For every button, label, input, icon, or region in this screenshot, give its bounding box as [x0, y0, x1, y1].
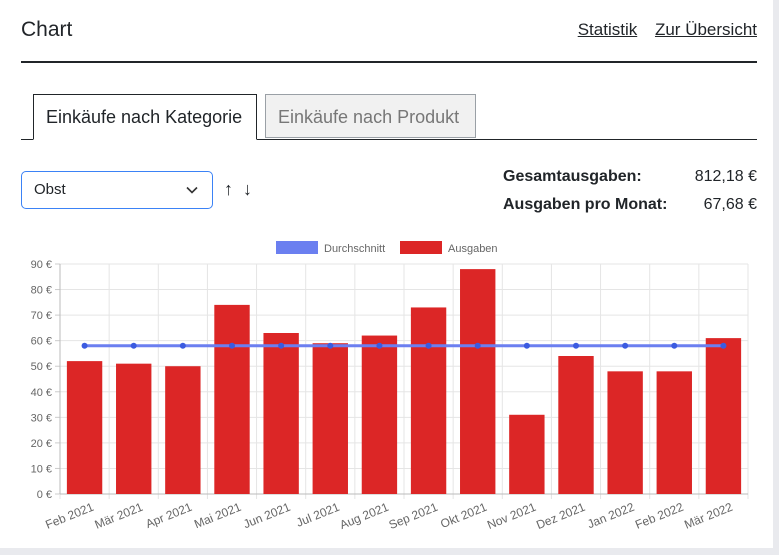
legend-label-durchschnitt: Durchschnitt	[324, 243, 385, 255]
x-tick-label: Dez 2021	[534, 500, 587, 532]
y-tick-label: 30 €	[31, 412, 52, 424]
x-tick-label: Okt 2021	[438, 500, 489, 531]
x-tick-label: Sep 2021	[387, 500, 440, 532]
x-tick-label: Aug 2021	[338, 500, 391, 532]
y-tick-label: 70 €	[31, 310, 52, 322]
monthly-label: Ausgaben pro Monat:	[503, 196, 668, 213]
y-tick-label: 80 €	[31, 285, 52, 297]
chart-page: Chart Statistik Zur Übersicht Einkäufe n…	[0, 0, 773, 548]
x-tick-label: Nov 2021	[485, 500, 538, 532]
y-tick-label: 50 €	[31, 361, 52, 373]
chevron-down-icon	[186, 186, 198, 194]
point-durchschnitt	[573, 342, 579, 349]
bar-ausgaben	[116, 363, 152, 494]
x-tick-label: Mär 2021	[93, 500, 146, 532]
x-tick-label: Jun 2021	[241, 500, 292, 532]
header-nav: Statistik Zur Übersicht	[565, 20, 757, 40]
y-tick-label: 0 €	[37, 489, 52, 501]
bar-ausgaben	[263, 333, 299, 494]
legend-label-ausgaben: Ausgaben	[448, 243, 498, 255]
point-durchschnitt	[622, 342, 629, 349]
y-tick-label: 10 €	[31, 463, 52, 475]
bar-ausgaben	[705, 338, 742, 494]
point-durchschnitt	[671, 342, 678, 349]
x-tick-label: Jan 2022	[585, 500, 636, 532]
bar-ausgaben	[214, 304, 250, 494]
bar-ausgaben	[66, 361, 103, 494]
bar-ausgaben	[558, 356, 594, 494]
x-tick-label: Feb 2021	[43, 500, 96, 532]
point-durchschnitt	[720, 342, 727, 349]
y-tick-label: 90 €	[31, 259, 52, 271]
page-header: Chart Statistik Zur Übersicht	[21, 0, 757, 63]
sort-descending-icon[interactable]: ↓	[243, 179, 252, 200]
monthly-row: Ausgaben pro Monat: 67,68 €	[503, 194, 757, 222]
stats-panel: Gesamtausgaben: 812,18 € Ausgaben pro Mo…	[503, 166, 757, 222]
bar-ausgaben	[460, 269, 496, 494]
point-durchschnitt	[474, 342, 481, 349]
point-durchschnitt	[327, 342, 334, 349]
tab-by-product[interactable]: Einkäufe nach Produkt	[265, 94, 476, 138]
monthly-value: 67,68 €	[703, 196, 757, 213]
bar-ausgaben	[607, 371, 643, 494]
tab-by-category[interactable]: Einkäufe nach Kategorie	[33, 94, 257, 140]
bar-ausgaben	[361, 335, 398, 494]
total-value: 812,18 €	[694, 168, 757, 185]
x-tick-label: Mai 2021	[192, 500, 243, 532]
category-select-value: Obst	[34, 181, 66, 198]
x-tick-label: Jul 2021	[294, 500, 342, 530]
point-durchschnitt	[523, 342, 530, 349]
total-label: Gesamtausgaben:	[503, 168, 642, 185]
bar-ausgaben	[312, 343, 348, 494]
category-select[interactable]: Obst	[21, 171, 213, 209]
overview-link[interactable]: Zur Übersicht	[655, 20, 757, 39]
y-tick-label: 20 €	[31, 438, 52, 450]
bar-ausgaben	[165, 366, 201, 494]
total-row: Gesamtausgaben: 812,18 €	[503, 166, 757, 194]
x-tick-label: Feb 2022	[633, 500, 686, 532]
y-tick-label: 40 €	[31, 387, 52, 399]
bar-ausgaben	[656, 371, 692, 494]
x-tick-label: Mär 2022	[682, 500, 735, 532]
point-durchschnitt	[179, 342, 186, 349]
point-durchschnitt	[278, 342, 285, 349]
point-durchschnitt	[130, 342, 137, 349]
tab-bar: Einkäufe nach Kategorie Einkäufe nach Pr…	[21, 94, 757, 140]
point-durchschnitt	[229, 342, 235, 349]
bar-ausgaben	[410, 307, 447, 494]
statistik-link[interactable]: Statistik	[578, 20, 638, 39]
legend-swatch-ausgaben	[400, 241, 442, 254]
expenses-chart: 0 € 10 € 20 € 30 € 40 € 50 € 60 € 70 € 80 € 90 € F…	[31, 241, 749, 532]
x-tick-label: Apr 2021	[144, 500, 195, 531]
page-title: Chart	[21, 18, 73, 41]
legend-swatch-durchschnitt	[276, 241, 318, 254]
bar-ausgaben	[509, 414, 545, 494]
sort-ascending-icon[interactable]: ↑	[224, 179, 233, 200]
point-durchschnitt	[376, 342, 383, 349]
y-tick-label: 60 €	[31, 336, 52, 348]
point-durchschnitt	[425, 342, 432, 349]
point-durchschnitt	[81, 342, 88, 349]
